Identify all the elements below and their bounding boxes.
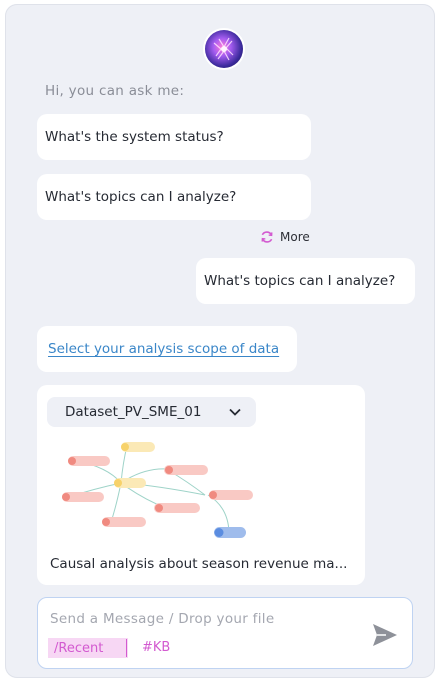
suggestion-label: What's topics can I analyze? [45,189,237,205]
dataset-dropdown[interactable]: Dataset_PV_SME_01 [47,397,256,427]
refresh-icon [261,231,273,243]
dataset-selected: Dataset_PV_SME_01 [65,404,202,420]
suggestion-label: What's the system status? [45,129,224,145]
more-label: More [280,230,310,244]
assistant-avatar [205,30,243,68]
recent-tag[interactable]: /Recent [48,638,128,658]
dataset-card: Dataset_PV_SME_01 Causal analysis about … [37,385,365,585]
dataset-caption[interactable]: Causal analysis about season revenue ma.… [50,556,355,572]
scope-link[interactable]: Select your analysis scope of data [48,341,279,357]
user-message: What's topics can I analyze? [196,258,415,304]
chevron-down-icon [229,408,241,416]
message-input-placeholder: Send a Message / Drop your file [50,611,275,627]
more-suggestions-button[interactable]: More [260,230,310,244]
kb-tag[interactable]: #KB [142,640,170,655]
send-icon[interactable] [371,622,399,648]
chat-panel: Hi, you can ask me: What's the system st… [5,4,435,678]
suggestion-system-status[interactable]: What's the system status? [37,114,311,160]
message-input[interactable]: Send a Message / Drop your file /Recent … [37,597,413,669]
user-message-text: What's topics can I analyze? [204,273,396,289]
tag-separator [126,639,127,657]
scope-message: Select your analysis scope of data [37,326,297,372]
suggestion-topics[interactable]: What's topics can I analyze? [37,174,311,220]
greeting-text: Hi, you can ask me: [45,83,185,99]
causal-graph-thumbnail[interactable] [48,437,260,547]
